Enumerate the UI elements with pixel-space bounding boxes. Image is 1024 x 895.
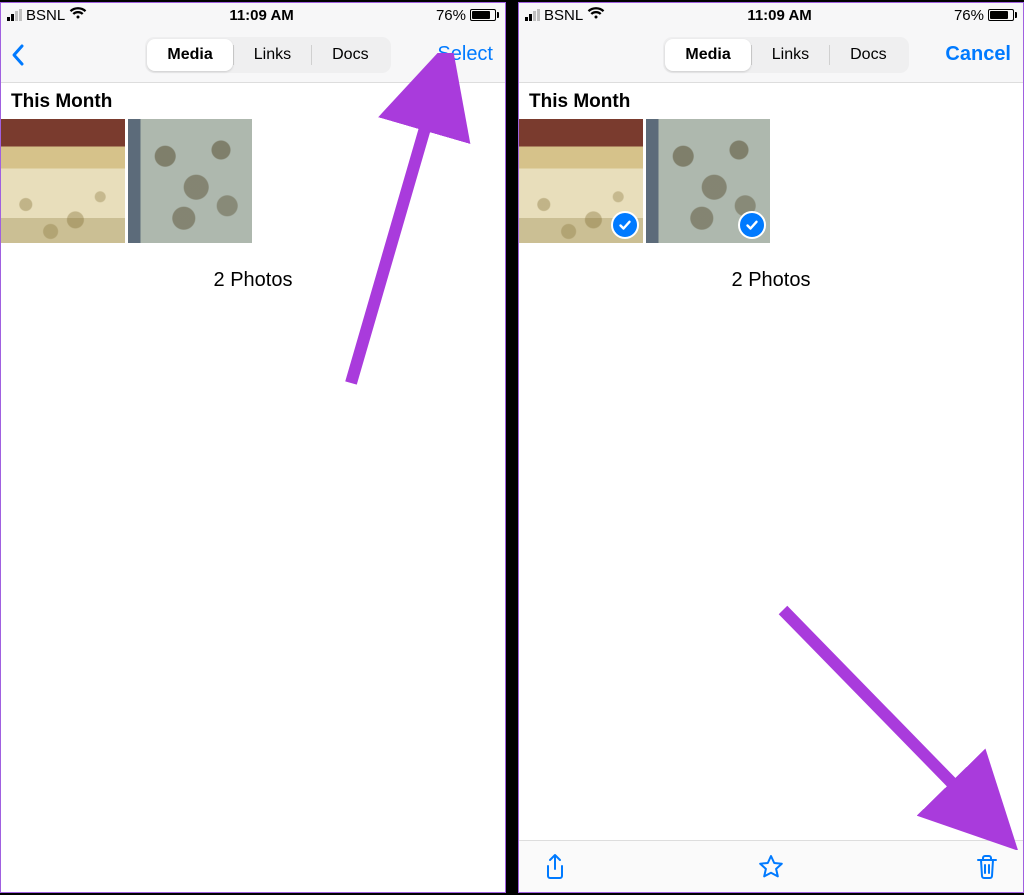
status-bar: BSNL 11:09 AM 76% — [1, 3, 505, 27]
battery-pct: 76% — [436, 7, 466, 24]
nav-bar: Media Links Docs Cancel — [519, 27, 1023, 83]
back-button[interactable] — [11, 43, 41, 67]
selection-check-icon — [611, 211, 639, 239]
bottom-toolbar — [519, 840, 1023, 892]
wifi-icon — [587, 6, 605, 24]
screenshot-after: BSNL 11:09 AM 76% Media Links Docs Cance… — [518, 2, 1024, 893]
media-thumbnail[interactable] — [128, 119, 252, 243]
nav-bar: Media Links Docs Select — [1, 27, 505, 83]
tab-media[interactable]: Media — [147, 39, 232, 71]
tab-links-label: Links — [772, 46, 809, 64]
trash-icon — [975, 853, 999, 881]
signal-icon — [525, 9, 540, 21]
tab-docs[interactable]: Docs — [312, 39, 388, 71]
favorite-button[interactable] — [757, 853, 785, 881]
battery-icon — [988, 9, 1017, 21]
segmented-control: Media Links Docs — [145, 37, 390, 73]
star-icon — [757, 853, 785, 881]
clock: 11:09 AM — [229, 7, 293, 24]
status-bar: BSNL 11:09 AM 76% — [519, 3, 1023, 27]
carrier-label: BSNL — [26, 7, 65, 24]
tab-docs-label: Docs — [850, 46, 886, 64]
selection-check-icon — [738, 211, 766, 239]
tab-docs-label: Docs — [332, 46, 368, 64]
annotation-arrow — [763, 590, 1023, 850]
battery-pct: 76% — [954, 7, 984, 24]
media-grid — [1, 119, 505, 243]
cancel-label: Cancel — [945, 43, 1011, 65]
delete-button[interactable] — [973, 853, 1001, 881]
carrier-label: BSNL — [544, 7, 583, 24]
segmented-control: Media Links Docs — [663, 37, 908, 73]
tab-links[interactable]: Links — [234, 39, 311, 71]
content-area: This Month 2 Photos — [1, 83, 505, 892]
media-thumbnail-selected[interactable] — [646, 119, 770, 243]
tab-media-label: Media — [685, 46, 730, 64]
section-header: This Month — [519, 83, 1023, 119]
tab-links[interactable]: Links — [752, 39, 829, 71]
section-header: This Month — [1, 83, 505, 119]
content-area: This Month 2 Photos — [519, 83, 1023, 840]
media-grid — [519, 119, 1023, 243]
tab-media-label: Media — [167, 46, 212, 64]
select-label: Select — [437, 43, 493, 65]
media-thumbnail-selected[interactable] — [519, 119, 643, 243]
battery-icon — [470, 9, 499, 21]
screenshot-before: BSNL 11:09 AM 76% Media Links Docs Selec… — [0, 2, 506, 893]
photo-count: 2 Photos — [1, 269, 505, 292]
select-button[interactable]: Select — [437, 43, 493, 66]
cancel-button[interactable]: Cancel — [945, 43, 1011, 66]
tab-media[interactable]: Media — [665, 39, 750, 71]
tab-links-label: Links — [254, 46, 291, 64]
share-button[interactable] — [541, 853, 569, 881]
tab-docs[interactable]: Docs — [830, 39, 906, 71]
photo-count: 2 Photos — [519, 269, 1023, 292]
share-icon — [543, 853, 567, 881]
chevron-left-icon — [11, 43, 25, 67]
wifi-icon — [69, 6, 87, 24]
media-thumbnail[interactable] — [1, 119, 125, 243]
clock: 11:09 AM — [747, 7, 811, 24]
signal-icon — [7, 9, 22, 21]
